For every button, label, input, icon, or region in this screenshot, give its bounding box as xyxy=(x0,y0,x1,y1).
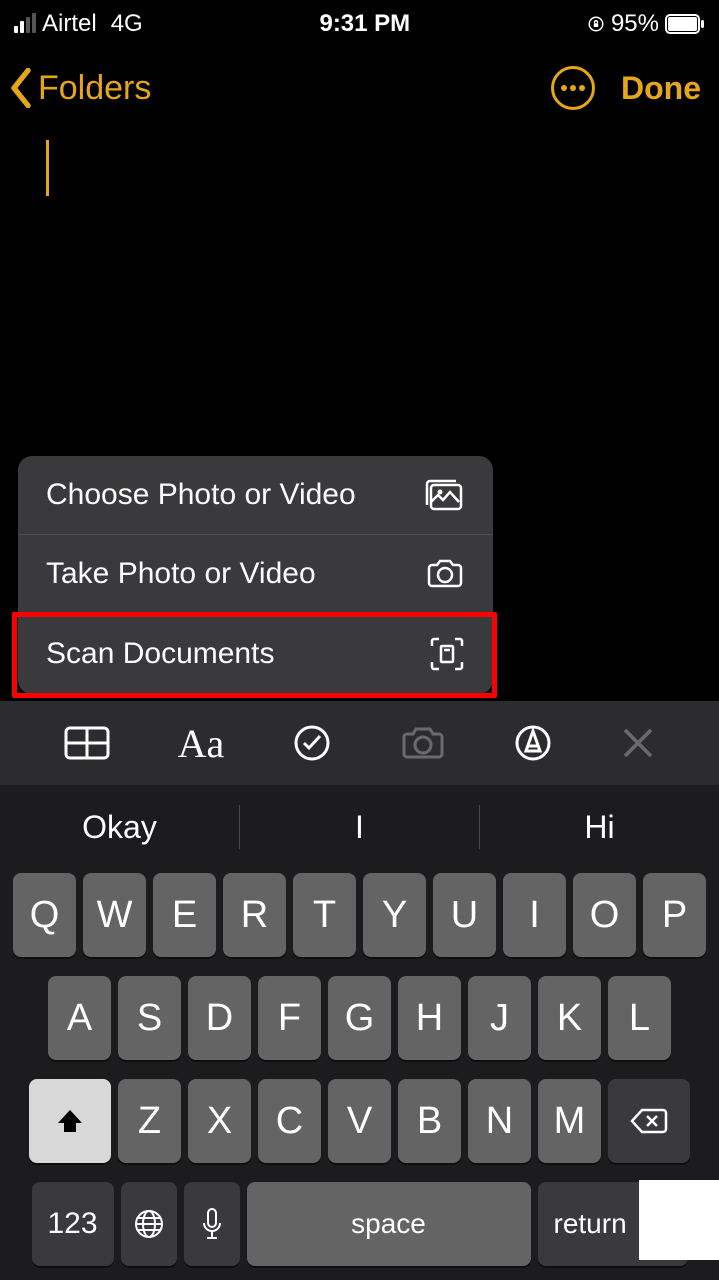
key-backspace[interactable] xyxy=(608,1079,690,1163)
take-photo-item[interactable]: Take Photo or Video xyxy=(18,535,493,614)
ellipsis-icon xyxy=(560,84,586,92)
key-numeric[interactable]: 123 xyxy=(32,1182,114,1266)
key-row-3: Z X C V B N M xyxy=(6,1079,713,1163)
camera-toolbar-button[interactable] xyxy=(400,725,446,761)
backspace-icon xyxy=(630,1107,668,1135)
key-a[interactable]: A xyxy=(48,976,111,1060)
key-p[interactable]: P xyxy=(643,873,706,957)
key-h[interactable]: H xyxy=(398,976,461,1060)
key-l[interactable]: L xyxy=(608,976,671,1060)
suggestion-row: Okay I Hi xyxy=(0,785,719,869)
key-j[interactable]: J xyxy=(468,976,531,1060)
notes-format-toolbar: Aa xyxy=(0,701,719,785)
key-k[interactable]: K xyxy=(538,976,601,1060)
table-button[interactable] xyxy=(64,726,110,760)
close-toolbar-button[interactable] xyxy=(621,726,655,760)
checklist-button[interactable] xyxy=(292,723,332,763)
markup-button[interactable] xyxy=(513,723,553,763)
key-n[interactable]: N xyxy=(468,1079,531,1163)
choose-photo-item[interactable]: Choose Photo or Video xyxy=(18,456,493,535)
battery-percent: 95% xyxy=(611,10,659,38)
done-button[interactable]: Done xyxy=(621,70,701,107)
key-c[interactable]: C xyxy=(258,1079,321,1163)
key-w[interactable]: W xyxy=(83,873,146,957)
key-t[interactable]: T xyxy=(293,873,356,957)
suggestion-2[interactable]: I xyxy=(240,809,479,846)
clock: 9:31 PM xyxy=(319,10,410,38)
photo-library-icon xyxy=(423,478,465,512)
lock-icon xyxy=(587,15,605,33)
signal-icon xyxy=(14,15,36,33)
suggestion-1[interactable]: Okay xyxy=(0,809,239,846)
text-cursor xyxy=(46,140,49,196)
shift-icon xyxy=(55,1106,85,1136)
chevron-left-icon xyxy=(8,68,34,108)
key-m[interactable]: M xyxy=(538,1079,601,1163)
key-q[interactable]: Q xyxy=(13,873,76,957)
key-x[interactable]: X xyxy=(188,1079,251,1163)
camera-icon xyxy=(425,558,465,590)
key-g[interactable]: G xyxy=(328,976,391,1060)
key-d[interactable]: D xyxy=(188,976,251,1060)
key-v[interactable]: V xyxy=(328,1079,391,1163)
key-row-2: A S D F G H J K L xyxy=(6,976,713,1060)
battery-icon xyxy=(665,14,705,34)
scan-documents-label: Scan Documents xyxy=(46,637,274,671)
more-button[interactable] xyxy=(551,66,595,110)
key-i[interactable]: I xyxy=(503,873,566,957)
scan-documents-item[interactable]: Scan Documents xyxy=(18,614,493,694)
network-label: 4G xyxy=(111,10,143,38)
keyboard: Okay I Hi Q W E R T Y U I O P A S D F G … xyxy=(0,785,719,1280)
status-bar: Airtel 4G 9:31 PM 95% xyxy=(0,0,719,44)
nav-header: Folders Done xyxy=(0,44,719,122)
choose-photo-label: Choose Photo or Video xyxy=(46,478,356,512)
carrier-label: Airtel xyxy=(42,10,97,38)
key-b[interactable]: B xyxy=(398,1079,461,1163)
overlay-artifact xyxy=(639,1180,719,1260)
key-f[interactable]: F xyxy=(258,976,321,1060)
key-e[interactable]: E xyxy=(153,873,216,957)
note-editor[interactable] xyxy=(0,122,719,214)
mic-icon xyxy=(200,1207,224,1241)
key-shift[interactable] xyxy=(29,1079,111,1163)
key-s[interactable]: S xyxy=(118,976,181,1060)
key-r[interactable]: R xyxy=(223,873,286,957)
key-row-1: Q W E R T Y U I O P xyxy=(6,873,713,957)
take-photo-label: Take Photo or Video xyxy=(46,557,316,591)
key-globe[interactable] xyxy=(121,1182,177,1266)
key-row-4: 123 space return xyxy=(6,1182,713,1266)
key-o[interactable]: O xyxy=(573,873,636,957)
key-y[interactable]: Y xyxy=(363,873,426,957)
back-label: Folders xyxy=(38,69,151,108)
scan-icon xyxy=(429,636,465,672)
suggestion-3[interactable]: Hi xyxy=(480,809,719,846)
key-mic[interactable] xyxy=(184,1182,240,1266)
return-label: return xyxy=(554,1208,627,1240)
camera-action-sheet: Choose Photo or Video Take Photo or Vide… xyxy=(18,456,493,694)
key-space[interactable]: space xyxy=(247,1182,531,1266)
text-format-button[interactable]: Aa xyxy=(178,720,225,767)
key-z[interactable]: Z xyxy=(118,1079,181,1163)
globe-icon xyxy=(133,1208,165,1240)
key-u[interactable]: U xyxy=(433,873,496,957)
back-button[interactable]: Folders xyxy=(8,68,151,108)
